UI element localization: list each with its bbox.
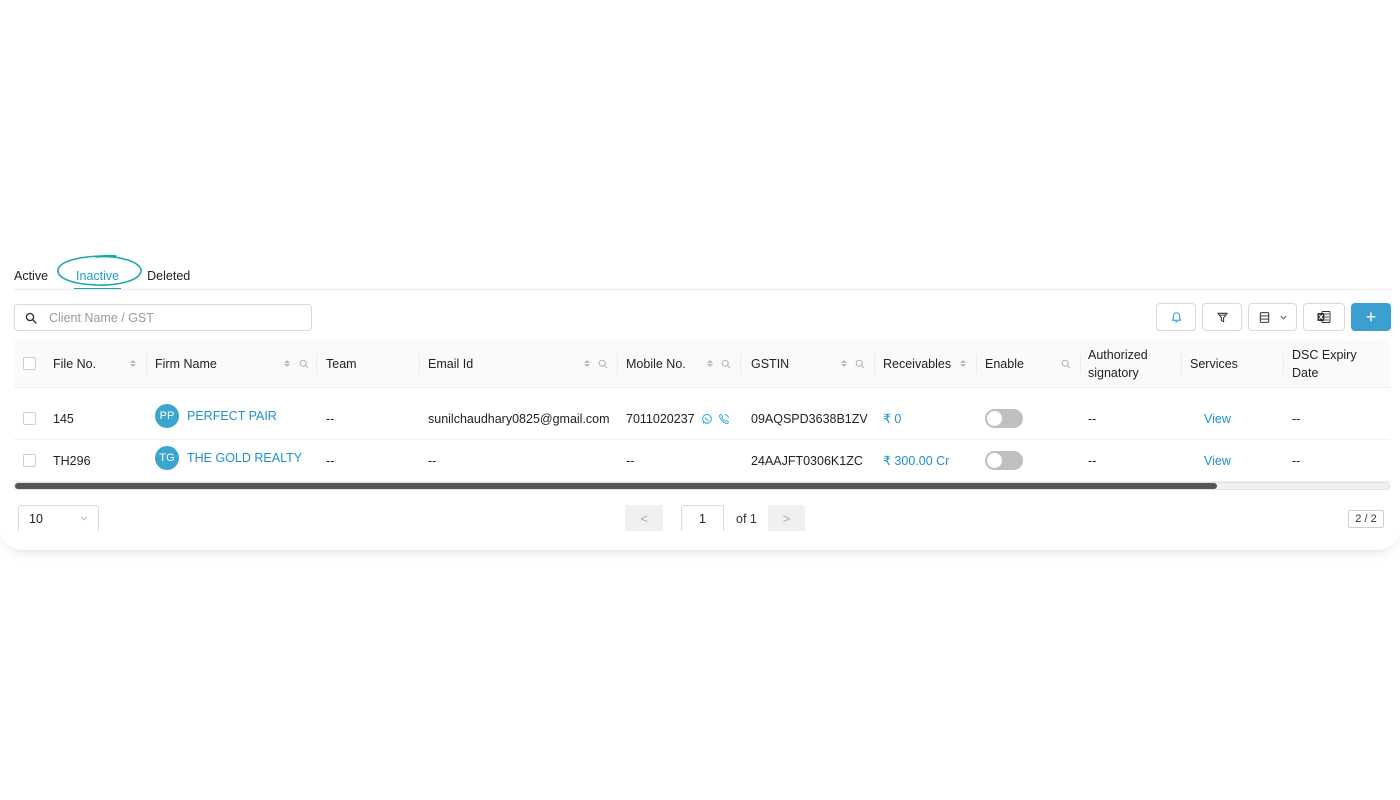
- col-enable[interactable]: Enable: [985, 340, 1081, 387]
- services-view-link[interactable]: View: [1204, 440, 1231, 481]
- column-search-icon[interactable]: [299, 359, 309, 369]
- page-size-value: 10: [29, 511, 43, 526]
- authorized-signatory: --: [1088, 453, 1097, 468]
- col-mobile[interactable]: Mobile No.: [626, 340, 741, 387]
- table-header: File No. Firm Name Team Email Id Mobile …: [14, 340, 1390, 388]
- file-no: 145: [53, 411, 74, 426]
- clients-panel: Active Inactive Deleted Client Name / GS…: [0, 240, 1400, 550]
- page-total-label: of 1: [736, 512, 757, 526]
- dsc-expiry: --: [1292, 453, 1301, 468]
- next-page-button[interactable]: >: [768, 505, 805, 531]
- col-file-no[interactable]: File No.: [53, 340, 147, 387]
- tab-active[interactable]: Active: [14, 269, 48, 283]
- col-gstin[interactable]: GSTIN: [751, 340, 875, 387]
- sort-icon[interactable]: [584, 359, 590, 368]
- plus-icon: +: [1365, 306, 1377, 327]
- tab-deleted[interactable]: Deleted: [147, 269, 190, 283]
- chevron-right-icon: >: [782, 510, 791, 526]
- table-row[interactable]: TH296 TG THE GOLD REALTY -- -- -- 24AAJF…: [14, 440, 1390, 482]
- enable-toggle[interactable]: [985, 451, 1023, 470]
- chevron-left-icon: <: [640, 510, 648, 526]
- team: --: [326, 411, 335, 426]
- export-excel-button[interactable]: [1303, 303, 1345, 331]
- mobile: 7011020237: [626, 411, 695, 426]
- record-count-badge: 2 / 2: [1348, 510, 1384, 528]
- firm-name-link[interactable]: PERFECT PAIR: [187, 409, 277, 423]
- receivables-link[interactable]: ₹ 300.00 Cr: [883, 440, 949, 481]
- avatar: PP: [155, 403, 179, 428]
- column-search-icon[interactable]: [855, 359, 865, 369]
- firm-cell[interactable]: TG THE GOLD REALTY: [155, 437, 302, 478]
- gstin: 09AQSPD3638B1ZV: [751, 411, 868, 426]
- enable-toggle[interactable]: [985, 409, 1023, 428]
- columns-icon: [1259, 311, 1269, 323]
- avatar: TG: [155, 445, 179, 470]
- column-settings-dropdown[interactable]: [1248, 303, 1297, 331]
- receivables-link[interactable]: ₹ 0: [883, 398, 901, 439]
- col-receivables[interactable]: Receivables: [883, 340, 977, 387]
- services-view-link[interactable]: View: [1204, 398, 1231, 439]
- sort-icon[interactable]: [130, 359, 136, 368]
- gstin: 24AAJFT0306K1ZC: [751, 453, 863, 468]
- search-icon: [25, 312, 37, 324]
- column-search-icon[interactable]: [598, 359, 608, 369]
- sort-icon[interactable]: [841, 359, 847, 368]
- notification-button[interactable]: [1156, 303, 1196, 331]
- add-client-button[interactable]: +: [1351, 303, 1391, 331]
- row-checkbox[interactable]: [23, 412, 36, 425]
- phone-icon[interactable]: [718, 413, 730, 425]
- firm-cell[interactable]: PP PERFECT PAIR: [155, 395, 277, 436]
- chevron-down-icon: [1279, 315, 1287, 320]
- excel-icon: [1317, 311, 1331, 323]
- authorized-signatory: --: [1088, 411, 1097, 426]
- column-search-icon[interactable]: [721, 359, 731, 369]
- col-team: Team: [326, 340, 420, 387]
- bell-icon: [1171, 311, 1181, 322]
- scrollbar-thumb[interactable]: [15, 483, 1217, 489]
- col-firm-name[interactable]: Firm Name: [155, 340, 317, 387]
- clients-table: File No. Firm Name Team Email Id Mobile …: [14, 340, 1390, 482]
- sort-icon[interactable]: [960, 359, 966, 368]
- firm-name-link[interactable]: THE GOLD REALTY: [187, 451, 302, 465]
- filter-button[interactable]: [1202, 303, 1242, 331]
- whatsapp-icon[interactable]: [701, 413, 713, 425]
- mobile-cell: 7011020237: [626, 398, 730, 439]
- select-all-checkbox[interactable]: [23, 357, 36, 370]
- col-authorized-signatory: Authorized signatory: [1088, 340, 1182, 387]
- team: --: [326, 453, 335, 468]
- col-services: Services: [1190, 340, 1284, 387]
- chevron-down-icon: [80, 516, 88, 521]
- horizontal-scrollbar[interactable]: [14, 482, 1390, 490]
- col-dsc-expiry: DSC Expiry Date: [1292, 347, 1357, 380]
- column-search-icon[interactable]: [1061, 359, 1071, 369]
- email: --: [428, 453, 437, 468]
- tabs-divider: [14, 289, 1392, 290]
- tab-inactive[interactable]: Inactive: [74, 269, 122, 290]
- dsc-expiry: --: [1292, 411, 1301, 426]
- sort-icon[interactable]: [707, 359, 713, 368]
- file-no: TH296: [53, 453, 91, 468]
- page-number-input[interactable]: 1: [681, 505, 724, 531]
- select-all-cell: [23, 340, 36, 387]
- search-box[interactable]: [14, 304, 312, 331]
- prev-page-button[interactable]: <: [625, 505, 663, 531]
- page-size-select[interactable]: 10: [18, 505, 99, 531]
- search-input[interactable]: [49, 310, 289, 325]
- email: sunilchaudhary0825@gmail.com: [428, 411, 610, 426]
- filter-icon: [1216, 312, 1228, 322]
- sort-icon[interactable]: [284, 359, 290, 368]
- col-email[interactable]: Email Id: [428, 340, 618, 387]
- status-tabs: Active Inactive Deleted: [14, 262, 190, 290]
- table-row[interactable]: 145 PP PERFECT PAIR -- sunilchaudhary082…: [14, 398, 1390, 440]
- mobile: --: [626, 453, 635, 468]
- row-checkbox[interactable]: [23, 454, 36, 467]
